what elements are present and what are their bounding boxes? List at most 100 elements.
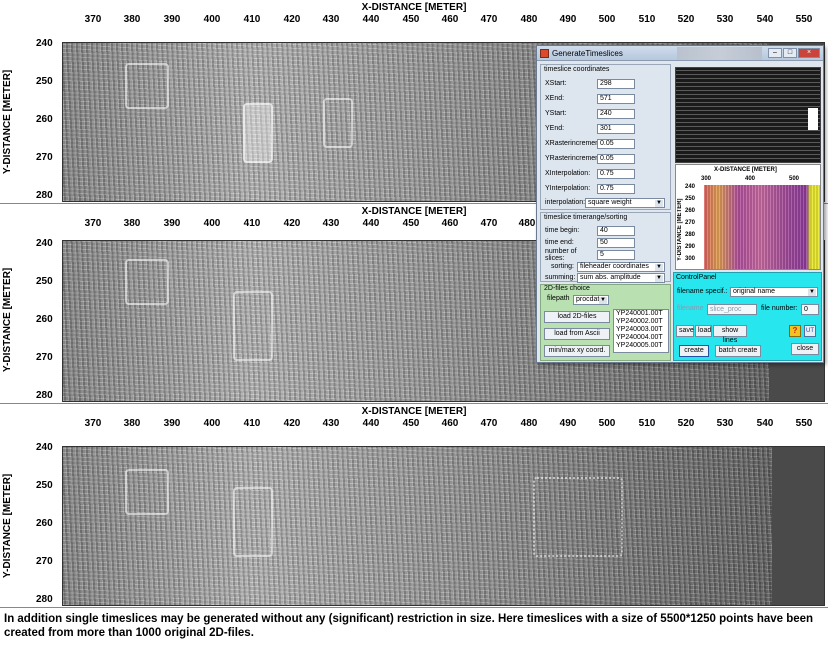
maximize-button[interactable]: □ <box>783 48 797 58</box>
time-begin-input[interactable]: 40 <box>597 225 635 236</box>
x-tick: 500 <box>788 176 800 182</box>
y-tick: 240 <box>36 442 53 453</box>
x-tick: 480 <box>518 218 536 229</box>
dialog-titlebar[interactable]: GenerateTimeslices – □ × <box>537 46 823 61</box>
y-axis-label: Y-DISTANCE [METER] <box>2 267 13 373</box>
batch-create-button[interactable]: batch create <box>715 345 761 357</box>
field-label: YEnd: <box>545 125 565 132</box>
preview-title: X-DISTANCE [METER] <box>714 167 777 173</box>
yend-input[interactable]: 301 <box>597 123 635 134</box>
y-tick: 260 <box>36 114 53 125</box>
x-tick: 430 <box>322 14 340 25</box>
list-item[interactable]: YP240001.00T <box>616 310 668 318</box>
interpolation-label: interpolation: <box>545 199 586 206</box>
filename-input[interactable]: slice_proc <box>707 304 757 315</box>
window-close-button[interactable]: × <box>798 48 820 58</box>
coords-group: timeslice coordinates XStart: 298 XEnd: 57… <box>540 64 671 210</box>
x-axis-ticks: 370 380 390 400 410 420 430 440 450 460 … <box>0 418 828 434</box>
x-tick: 500 <box>598 14 616 25</box>
x-tick: 450 <box>402 418 420 429</box>
x-tick: 450 <box>402 14 420 25</box>
load-2d-files-button[interactable]: load 2D-files <box>544 311 610 323</box>
interpolation-select[interactable]: square weight ▼ <box>585 197 665 208</box>
plot-title: X-DISTANCE [METER] <box>361 2 467 13</box>
time-end-input[interactable]: 50 <box>597 237 635 248</box>
x-interpolation-input[interactable]: 0.75 <box>597 168 635 179</box>
x-tick: 400 <box>203 14 221 25</box>
x-tick: 440 <box>362 14 380 25</box>
group-label: 2D-files choice <box>544 285 590 292</box>
control-panel: ControlPanel filename specif.: original … <box>673 272 822 361</box>
y-rasterincrement-input[interactable]: 0.05 <box>597 153 635 164</box>
list-item[interactable]: YP240003.00T <box>616 326 668 334</box>
filepath-select[interactable]: procdata ▼ <box>573 295 609 305</box>
minimize-button[interactable]: – <box>768 48 782 58</box>
xend-input[interactable]: 571 <box>597 93 635 104</box>
x-tick: 380 <box>123 418 141 429</box>
plot-title: X-DISTANCE [METER] <box>361 406 467 417</box>
xstart-input[interactable]: 298 <box>597 78 635 89</box>
filename-label: filename <box>677 305 704 312</box>
field-label: time end: <box>545 239 574 246</box>
number-of-slices-input[interactable]: 5 <box>597 249 635 260</box>
filename-spec-select[interactable]: original name ▼ <box>730 287 818 297</box>
x-tick: 400 <box>203 418 221 429</box>
grid-icon[interactable]: UT <box>804 325 816 337</box>
field-label: YRasterincrement: <box>545 155 603 162</box>
list-item[interactable]: YP240005.00T <box>616 342 668 350</box>
load-button[interactable]: load <box>695 325 712 337</box>
field-row: YEnd: 301 <box>545 123 635 134</box>
field-row: XStart: 298 <box>545 78 635 89</box>
ystart-input[interactable]: 240 <box>597 108 635 119</box>
y-tick: 290 <box>685 244 696 250</box>
x-tick: 400 <box>203 218 221 229</box>
summing-select[interactable]: sum abs. amplitude ▼ <box>577 272 665 283</box>
x-tick: 370 <box>84 418 102 429</box>
file-number-input[interactable]: 0 <box>801 304 819 315</box>
x-rasterincrement-input[interactable]: 0.05 <box>597 138 635 149</box>
x-tick: 440 <box>362 218 380 229</box>
save-button[interactable]: save <box>676 325 694 337</box>
field-row: XInterpolation: 0.75 <box>545 168 635 179</box>
x-tick: 390 <box>163 418 181 429</box>
x-tick: 520 <box>677 14 695 25</box>
x-tick: 490 <box>559 14 577 25</box>
select-value: original name <box>733 288 776 295</box>
sorting-row: sorting: fileheader coordinates ▼ <box>545 261 665 272</box>
x-tick: 420 <box>283 418 301 429</box>
y-tick: 270 <box>685 220 696 226</box>
show-lines-button[interactable]: show lines <box>713 325 747 344</box>
load-from-ascii-button[interactable]: load from Ascii <box>544 328 610 340</box>
chevron-down-icon: ▼ <box>599 297 607 304</box>
field-label: number of slices: <box>545 247 577 262</box>
y-tick: 240 <box>685 184 696 190</box>
heatmap-image <box>704 185 820 269</box>
x-tick: 480 <box>520 418 538 429</box>
x-tick: 520 <box>677 418 695 429</box>
sorting-select[interactable]: fileheader coordinates ▼ <box>577 261 665 272</box>
list-item[interactable]: YP240002.00T <box>616 318 668 326</box>
chevron-down-icon: ▼ <box>655 199 663 207</box>
y-interpolation-input[interactable]: 0.75 <box>597 183 635 194</box>
summing-row: summing: sum abs. amplitude ▼ <box>545 272 665 283</box>
list-item[interactable]: YP240004.00T <box>616 334 668 342</box>
filename-spec-label: filename specif.: <box>677 288 728 295</box>
x-tick: 460 <box>441 418 459 429</box>
field-label: XEnd: <box>545 95 565 102</box>
field-row: XRasterincrement: 0.05 <box>545 138 635 149</box>
y-tick: 250 <box>685 196 696 202</box>
create-button[interactable]: create <box>679 345 709 357</box>
x-tick: 510 <box>638 14 656 25</box>
summing-label: summing: <box>545 274 576 281</box>
timeslice-preview: X-DISTANCE [METER] 300 400 500 Y-DISTANC… <box>675 164 821 270</box>
timerange-group: timeslice timerange/sorting time begin: 4… <box>540 212 671 283</box>
field-label: XStart: <box>545 80 567 87</box>
file-list[interactable]: YP240001.00T YP240002.00T YP240003.00T Y… <box>613 309 669 353</box>
min-max-coord-button[interactable]: min/max xy coord. <box>544 345 610 357</box>
help-icon[interactable]: ? <box>789 325 801 337</box>
select-value: fileheader coordinates <box>580 262 649 270</box>
y-axis-label: Y-DISTANCE [METER] <box>2 69 13 175</box>
dialog-title: GenerateTimeslices <box>552 48 623 58</box>
close-button[interactable]: close <box>791 343 819 355</box>
x-tick: 430 <box>322 218 340 229</box>
